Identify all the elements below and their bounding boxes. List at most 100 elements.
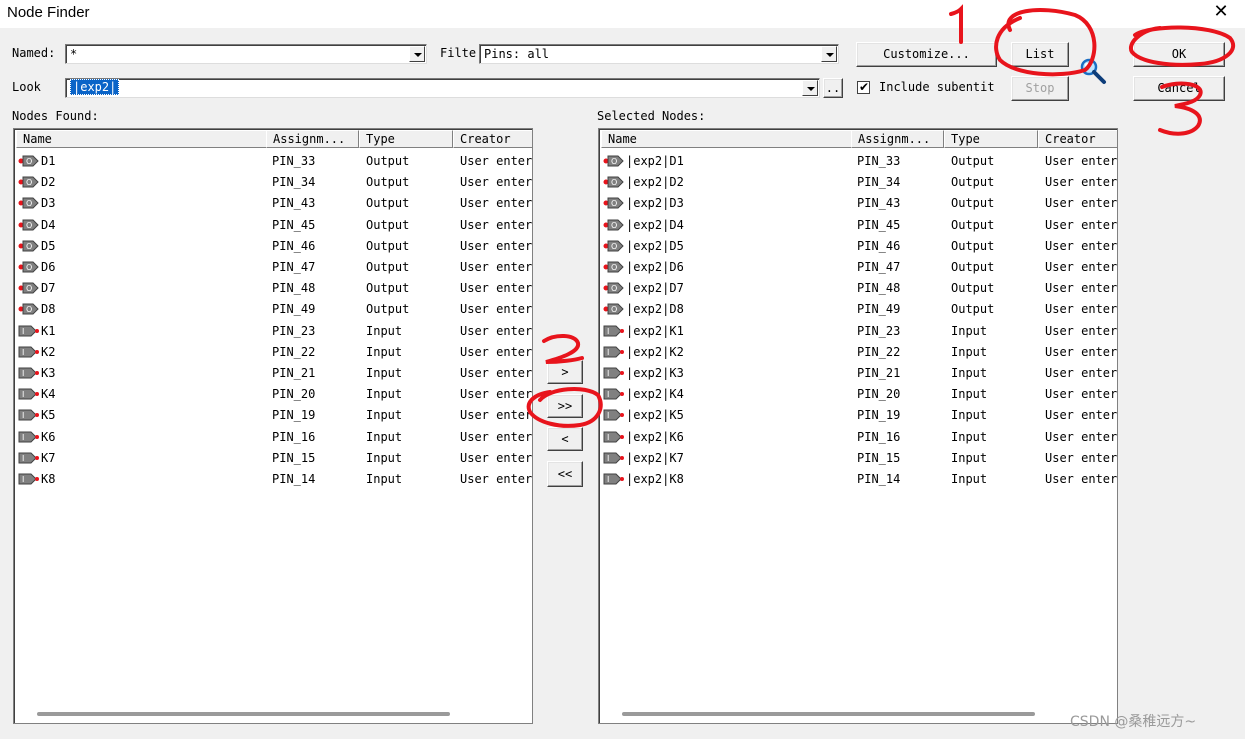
filter-combobox[interactable]: Pins: all	[479, 44, 839, 64]
ok-button[interactable]: OK	[1133, 42, 1225, 67]
table-row[interactable]: O |exp2|D2 PIN_34 Output User enter	[599, 172, 1117, 193]
node-name-cell: |exp2|D8	[626, 302, 684, 317]
assignment-cell: PIN_15	[272, 450, 316, 465]
column-header-name[interactable]: Name	[16, 130, 267, 148]
output-pin-icon: O	[603, 303, 624, 315]
type-cell: Input	[951, 472, 988, 486]
column-header-type[interactable]: Type	[359, 130, 453, 148]
column-header-creator[interactable]: Creator	[1038, 130, 1117, 148]
input-pin-icon: I	[603, 367, 624, 379]
table-row[interactable]: I |exp2|K6 PIN_16 Input User enter	[599, 427, 1117, 448]
table-row[interactable]: O |exp2|D8 PIN_49 Output User enter	[599, 299, 1117, 320]
input-pin-icon: I	[603, 409, 624, 421]
nodes-found-list[interactable]: Name Assignm... Type Creator O D1 PIN_33 Ou…	[13, 128, 533, 724]
creator-cell: User enter	[460, 302, 532, 317]
table-row[interactable]: I |exp2|K1 PIN_23 Input User enter	[599, 321, 1117, 342]
output-pin-icon: O	[18, 303, 39, 315]
table-row[interactable]: O |exp2|D3 PIN_43 Output User enter	[599, 193, 1117, 214]
chevron-down-icon[interactable]	[821, 46, 837, 62]
table-row[interactable]: I |exp2|K2 PIN_22 Input User enter	[599, 342, 1117, 363]
table-row[interactable]: I |exp2|K7 PIN_15 Input User enter	[599, 448, 1117, 469]
table-row[interactable]: I K5 PIN_19 Input User enter	[14, 405, 532, 426]
output-pin-icon: O	[603, 197, 624, 209]
table-row[interactable]: I K6 PIN_16 Input User enter	[14, 427, 532, 448]
stop-button[interactable]: Stop	[1011, 76, 1069, 101]
table-row[interactable]: O |exp2|D4 PIN_45 Output User enter	[599, 215, 1117, 236]
creator-cell: User enter	[1045, 344, 1117, 359]
column-header-assignment[interactable]: Assignm...	[851, 130, 944, 148]
input-pin-icon: I	[603, 367, 624, 379]
move-all-right-button[interactable]: >>	[547, 394, 583, 418]
svg-text:O: O	[611, 305, 617, 314]
output-pin-icon: O	[18, 282, 39, 294]
type-cell: Output	[366, 175, 410, 190]
table-row[interactable]: O D1 PIN_33 Output User enter	[14, 151, 532, 172]
node-name-cell: |exp2|D6	[626, 260, 684, 274]
input-pin-icon: I	[603, 431, 624, 443]
close-icon[interactable]: ✕	[1210, 1, 1232, 23]
node-name-cell: |exp2|K3	[626, 366, 684, 380]
table-row[interactable]: I |exp2|K4 PIN_20 Input User enter	[599, 384, 1117, 405]
include-subentities-checkbox[interactable]: ✔	[857, 80, 870, 94]
svg-text:O: O	[26, 221, 32, 230]
output-pin-icon: O	[603, 155, 624, 167]
table-row[interactable]: O D6 PIN_47 Output User enter	[14, 257, 532, 278]
table-row[interactable]: I K2 PIN_22 Input User enter	[14, 342, 532, 363]
move-one-right-button[interactable]: >	[547, 360, 583, 384]
creator-cell: User enter	[460, 366, 532, 380]
table-row[interactable]: O D5 PIN_46 Output User enter	[14, 236, 532, 257]
table-row[interactable]: I K4 PIN_20 Input User enter	[14, 384, 532, 405]
table-row[interactable]: I K1 PIN_23 Input User enter	[14, 321, 532, 342]
table-row[interactable]: O D2 PIN_34 Output User enter	[14, 172, 532, 193]
type-cell: Output	[366, 196, 410, 211]
node-name-cell: |exp2|K1	[626, 323, 684, 338]
svg-text:I: I	[22, 475, 24, 484]
node-name-cell: |exp2|D4	[626, 217, 684, 232]
named-combobox[interactable]: *	[65, 44, 427, 64]
type-cell: Output	[366, 238, 410, 253]
table-row[interactable]: O |exp2|D1 PIN_33 Output User enter	[599, 151, 1117, 172]
assignment-cell: PIN_19	[272, 408, 316, 423]
table-row[interactable]: O |exp2|D5 PIN_46 Output User enter	[599, 236, 1117, 257]
move-one-left-button[interactable]: <	[547, 427, 583, 451]
list-button[interactable]: List	[1011, 42, 1069, 67]
selected-nodes-list[interactable]: Name Assignm... Type Creator O |exp2|D1 PI…	[598, 128, 1118, 724]
horizontal-scrollbar[interactable]	[622, 712, 1035, 716]
input-pin-icon: I	[603, 431, 624, 443]
output-pin-icon: O	[603, 261, 624, 273]
assignment-cell: PIN_14	[857, 472, 901, 486]
type-cell: Input	[366, 344, 403, 359]
named-value: *	[70, 47, 78, 61]
chevron-down-icon[interactable]	[802, 80, 818, 96]
browse-button[interactable]: ..	[823, 78, 843, 98]
table-row[interactable]: O D3 PIN_43 Output User enter	[14, 193, 532, 214]
type-cell: Output	[951, 217, 995, 232]
table-row[interactable]: I K8 PIN_14 Input User enter	[14, 469, 532, 490]
column-header-creator[interactable]: Creator	[453, 130, 532, 148]
column-header-name[interactable]: Name	[601, 130, 852, 148]
column-header-assignment[interactable]: Assignm...	[266, 130, 359, 148]
look-in-combobox[interactable]: |exp2|	[65, 78, 820, 98]
table-row[interactable]: I K7 PIN_15 Input User enter	[14, 448, 532, 469]
table-row[interactable]: O |exp2|D6 PIN_47 Output User enter	[599, 257, 1117, 278]
column-header-type[interactable]: Type	[944, 130, 1038, 148]
table-row[interactable]: I |exp2|K5 PIN_19 Input User enter	[599, 405, 1117, 426]
assignment-cell: PIN_48	[857, 281, 901, 296]
table-row[interactable]: O D4 PIN_45 Output User enter	[14, 215, 532, 236]
table-row[interactable]: O D8 PIN_49 Output User enter	[14, 299, 532, 320]
table-row[interactable]: I |exp2|K8 PIN_14 Input User enter	[599, 469, 1117, 490]
table-row[interactable]: I K3 PIN_21 Input User enter	[14, 363, 532, 384]
cancel-button[interactable]: Cancel	[1133, 76, 1225, 101]
type-cell: Output	[366, 217, 410, 232]
type-cell: Input	[366, 408, 403, 423]
assignment-cell: PIN_22	[272, 344, 316, 359]
table-row[interactable]: I |exp2|K3 PIN_21 Input User enter	[599, 363, 1117, 384]
move-all-left-button[interactable]: <<	[547, 461, 583, 487]
filter-label: Filte	[440, 46, 477, 60]
type-cell: Input	[951, 408, 988, 423]
chevron-down-icon[interactable]	[409, 46, 425, 62]
customize-button[interactable]: Customize...	[856, 42, 997, 67]
table-row[interactable]: O D7 PIN_48 Output User enter	[14, 278, 532, 299]
table-row[interactable]: O |exp2|D7 PIN_48 Output User enter	[599, 278, 1117, 299]
horizontal-scrollbar[interactable]	[37, 712, 450, 716]
